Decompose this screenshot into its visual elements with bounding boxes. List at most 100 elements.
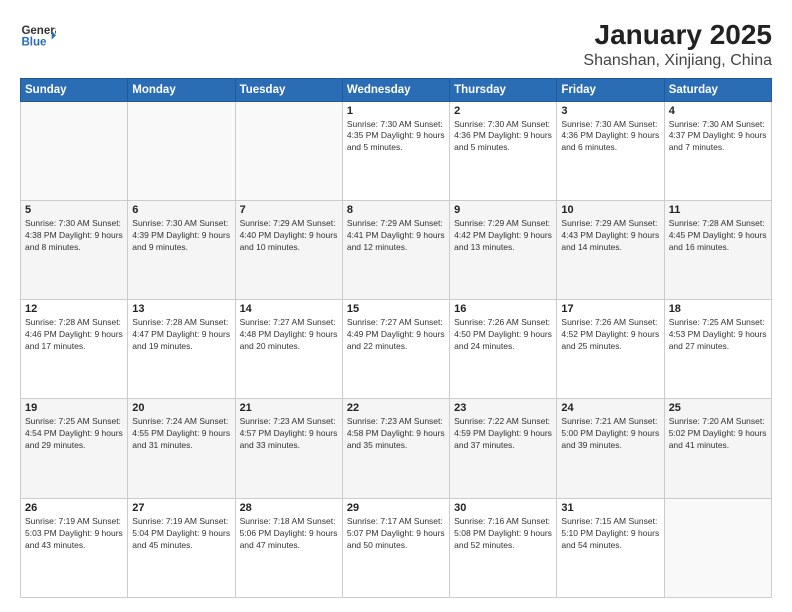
day-info: Sunrise: 7:15 AM Sunset: 5:10 PM Dayligh…	[561, 516, 659, 552]
day-number: 4	[669, 105, 767, 117]
day-number: 21	[240, 402, 338, 414]
calendar-cell: 27 Sunrise: 7:19 AM Sunset: 5:04 PM Dayli…	[128, 498, 235, 597]
calendar-cell: 7 Sunrise: 7:29 AM Sunset: 4:40 PM Daylig…	[235, 200, 342, 299]
weekday-header-tuesday: Tuesday	[235, 78, 342, 101]
week-row-5: 26 Sunrise: 7:19 AM Sunset: 5:03 PM Dayli…	[21, 498, 772, 597]
week-row-4: 19 Sunrise: 7:25 AM Sunset: 4:54 PM Dayli…	[21, 399, 772, 498]
calendar-cell: 13Sunrise: 7:28 AM Sunset: 4:47 PM Dayli…	[128, 300, 235, 399]
calendar-cell: 23Sunrise: 7:22 AM Sunset: 4:59 PM Dayli…	[450, 399, 557, 498]
calendar-table: SundayMondayTuesdayWednesdayThursdayFrid…	[20, 78, 772, 598]
calendar-cell: 21 Sunrise: 7:23 AM Sunset: 4:57 PM Dayli…	[235, 399, 342, 498]
day-info: Sunrise: 7:20 AM Sunset: 5:02 PM Dayligh…	[669, 416, 767, 452]
day-info: Sunrise: 7:28 AM Sunset: 4:45 PM Dayligh…	[669, 218, 767, 254]
day-number: 2	[454, 105, 552, 117]
calendar-subtitle: Shanshan, Xinjiang, China	[583, 52, 772, 70]
day-number: 11	[669, 204, 767, 216]
day-info: Sunrise: 7:30 AM Sunset: 4:36 PM Dayligh…	[561, 119, 659, 155]
day-info: Sunrise: 7:30 AM Sunset: 4:35 PM Dayligh…	[347, 119, 445, 155]
svg-text:Blue: Blue	[21, 36, 47, 48]
day-number: 9	[454, 204, 552, 216]
day-info: Sunrise: 7:27 AM Sunset: 4:49 PM Dayligh…	[347, 317, 445, 353]
title-area: January 2025 Shanshan, Xinjiang, China	[583, 18, 772, 70]
day-number: 1	[347, 105, 445, 117]
day-info: Sunrise: 7:19 AM Sunset: 5:03 PM Dayligh…	[25, 516, 123, 552]
day-number: 31	[561, 502, 659, 514]
day-info: Sunrise: 7:30 AM Sunset: 4:37 PM Dayligh…	[669, 119, 767, 155]
calendar-cell: 15 Sunrise: 7:27 AM Sunset: 4:49 PM Dayli…	[342, 300, 449, 399]
day-info: Sunrise: 7:21 AM Sunset: 5:00 PM Dayligh…	[561, 416, 659, 452]
day-number: 22	[347, 402, 445, 414]
day-number: 17	[561, 303, 659, 315]
calendar-cell: 18 Sunrise: 7:25 AM Sunset: 4:53 PM Dayli…	[664, 300, 771, 399]
calendar-cell	[664, 498, 771, 597]
day-info: Sunrise: 7:27 AM Sunset: 4:48 PM Dayligh…	[240, 317, 338, 353]
day-info: Sunrise: 7:29 AM Sunset: 4:42 PM Dayligh…	[454, 218, 552, 254]
day-info: Sunrise: 7:25 AM Sunset: 4:54 PM Dayligh…	[25, 416, 123, 452]
day-number: 26	[25, 502, 123, 514]
calendar-cell	[21, 101, 128, 200]
calendar-cell: 16 Sunrise: 7:26 AM Sunset: 4:50 PM Dayli…	[450, 300, 557, 399]
calendar-cell: 17 Sunrise: 7:26 AM Sunset: 4:52 PM Dayli…	[557, 300, 664, 399]
day-info: Sunrise: 7:30 AM Sunset: 4:39 PM Dayligh…	[132, 218, 230, 254]
day-info: Sunrise: 7:26 AM Sunset: 4:50 PM Dayligh…	[454, 317, 552, 353]
calendar-title: January 2025	[583, 18, 772, 52]
weekday-header-wednesday: Wednesday	[342, 78, 449, 101]
day-info: Sunrise: 7:23 AM Sunset: 4:58 PM Dayligh…	[347, 416, 445, 452]
day-info: Sunrise: 7:18 AM Sunset: 5:06 PM Dayligh…	[240, 516, 338, 552]
day-number: 14	[240, 303, 338, 315]
calendar-cell: 11 Sunrise: 7:28 AM Sunset: 4:45 PM Dayli…	[664, 200, 771, 299]
day-info: Sunrise: 7:25 AM Sunset: 4:53 PM Dayligh…	[669, 317, 767, 353]
calendar-cell: 20Sunrise: 7:24 AM Sunset: 4:55 PM Dayli…	[128, 399, 235, 498]
calendar-cell: 29Sunrise: 7:17 AM Sunset: 5:07 PM Dayli…	[342, 498, 449, 597]
day-number: 24	[561, 402, 659, 414]
calendar-cell: 14 Sunrise: 7:27 AM Sunset: 4:48 PM Dayli…	[235, 300, 342, 399]
day-info: Sunrise: 7:23 AM Sunset: 4:57 PM Dayligh…	[240, 416, 338, 452]
day-info: Sunrise: 7:19 AM Sunset: 5:04 PM Dayligh…	[132, 516, 230, 552]
day-number: 25	[669, 402, 767, 414]
day-info: Sunrise: 7:28 AM Sunset: 4:46 PM Dayligh…	[25, 317, 123, 353]
weekday-header-friday: Friday	[557, 78, 664, 101]
day-info: Sunrise: 7:30 AM Sunset: 4:38 PM Dayligh…	[25, 218, 123, 254]
day-number: 7	[240, 204, 338, 216]
calendar-cell	[128, 101, 235, 200]
day-number: 5	[25, 204, 123, 216]
day-info: Sunrise: 7:26 AM Sunset: 4:52 PM Dayligh…	[561, 317, 659, 353]
day-number: 12	[25, 303, 123, 315]
day-number: 13	[132, 303, 230, 315]
day-number: 30	[454, 502, 552, 514]
calendar-cell: 1 Sunrise: 7:30 AM Sunset: 4:35 PM Daylig…	[342, 101, 449, 200]
day-info: Sunrise: 7:30 AM Sunset: 4:36 PM Dayligh…	[454, 119, 552, 155]
page: General Blue January 2025 Shanshan, Xinj…	[0, 0, 792, 612]
day-info: Sunrise: 7:24 AM Sunset: 4:55 PM Dayligh…	[132, 416, 230, 452]
logo-icon: General Blue	[20, 18, 56, 54]
weekday-header-thursday: Thursday	[450, 78, 557, 101]
calendar-cell: 30Sunrise: 7:16 AM Sunset: 5:08 PM Dayli…	[450, 498, 557, 597]
calendar-cell: 5 Sunrise: 7:30 AM Sunset: 4:38 PM Daylig…	[21, 200, 128, 299]
calendar-cell: 19 Sunrise: 7:25 AM Sunset: 4:54 PM Dayli…	[21, 399, 128, 498]
day-info: Sunrise: 7:29 AM Sunset: 4:43 PM Dayligh…	[561, 218, 659, 254]
day-number: 29	[347, 502, 445, 514]
calendar-cell	[235, 101, 342, 200]
calendar-cell: 24 Sunrise: 7:21 AM Sunset: 5:00 PM Dayli…	[557, 399, 664, 498]
day-number: 8	[347, 204, 445, 216]
day-number: 6	[132, 204, 230, 216]
day-number: 23	[454, 402, 552, 414]
day-info: Sunrise: 7:29 AM Sunset: 4:41 PM Dayligh…	[347, 218, 445, 254]
calendar-cell: 3Sunrise: 7:30 AM Sunset: 4:36 PM Daylig…	[557, 101, 664, 200]
day-number: 10	[561, 204, 659, 216]
day-number: 19	[25, 402, 123, 414]
weekday-header-sunday: Sunday	[21, 78, 128, 101]
day-number: 28	[240, 502, 338, 514]
day-number: 18	[669, 303, 767, 315]
day-number: 16	[454, 303, 552, 315]
calendar-cell: 25 Sunrise: 7:20 AM Sunset: 5:02 PM Dayli…	[664, 399, 771, 498]
week-row-2: 5 Sunrise: 7:30 AM Sunset: 4:38 PM Daylig…	[21, 200, 772, 299]
svg-text:General: General	[21, 25, 56, 37]
day-info: Sunrise: 7:29 AM Sunset: 4:40 PM Dayligh…	[240, 218, 338, 254]
day-number: 15	[347, 303, 445, 315]
calendar-cell: 10 Sunrise: 7:29 AM Sunset: 4:43 PM Dayli…	[557, 200, 664, 299]
calendar-cell: 31 Sunrise: 7:15 AM Sunset: 5:10 PM Dayli…	[557, 498, 664, 597]
weekday-header-saturday: Saturday	[664, 78, 771, 101]
header: General Blue January 2025 Shanshan, Xinj…	[20, 18, 772, 70]
day-number: 27	[132, 502, 230, 514]
